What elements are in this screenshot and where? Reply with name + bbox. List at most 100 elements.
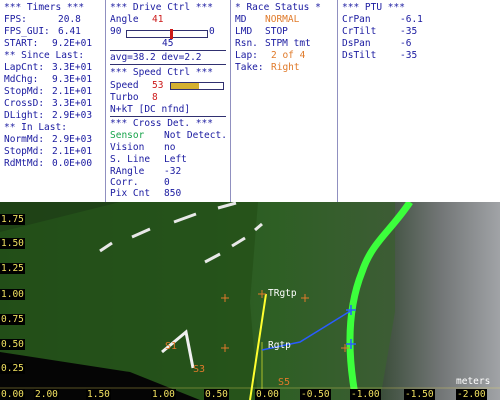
x-tick-label: 2.00 (34, 389, 59, 400)
crtilt-value: -35 (400, 26, 418, 37)
turbo-value: 8 (152, 92, 158, 103)
angle-slider-min: 90 (110, 26, 122, 37)
crpan-value: -6.1 (400, 14, 423, 25)
race-status-header: * Race Status * (235, 2, 321, 13)
y-tick-label: 1.00 (0, 289, 25, 300)
divider-line (110, 64, 226, 65)
crtilt-label: CrTilt (342, 26, 377, 37)
marker-s3: S3 (193, 364, 206, 375)
dspan-value: -6 (400, 38, 412, 49)
drive-panel: *** Drive Ctrl *** Angle 41 90 0 45 avg=38… (106, 0, 229, 202)
fps-label: FPS: (4, 14, 27, 25)
angle-slider-max: 0 (209, 26, 215, 37)
ptu-panel: *** PTU *** CrPan -6.1 CrTilt -35 DsPan -6 … (338, 0, 458, 202)
y-tick-label: 0.00 (0, 389, 25, 400)
md-value: NORMAL (265, 14, 300, 25)
speed-ctrl-header: *** Speed Ctrl *** (110, 67, 213, 78)
y-tick-label: 0.75 (0, 314, 25, 325)
dlight-label: DLight: (4, 110, 45, 121)
vision-value: no (164, 142, 176, 153)
angle-label: Angle (110, 14, 139, 25)
mdchg-label: MdChg: (4, 74, 39, 85)
sline-label: S. Line (110, 154, 151, 165)
target-label-mid: Rgtp (268, 340, 291, 351)
stopmd-value: 2.1E+01 (52, 86, 93, 97)
speed-label: Speed (110, 80, 139, 91)
since-last-header: ** Since Last: (4, 50, 85, 61)
sline-value: Left (164, 154, 187, 165)
dlight-value: 2.9E+03 (52, 110, 93, 121)
marker-s5: S5 (278, 377, 291, 388)
rdmtmd-label: RdMtMd: (4, 158, 45, 169)
camera-view-canvas (0, 202, 500, 400)
reason-value: STPM tmt (265, 38, 311, 49)
in-last-header: ** In Last: (4, 122, 67, 133)
target-label-top: TRgtp (268, 288, 297, 299)
race-status-panel: * Race Status * MD NORMAL LMD STOP Rsn. STP… (231, 0, 336, 202)
start-value: 9.2E+01 (52, 38, 93, 49)
lapcnt-label: LapCnt: (4, 62, 45, 73)
timers-header: *** Timers *** (4, 2, 85, 13)
crpan-label: CrPan (342, 14, 371, 25)
camera-view[interactable]: 1.75 1.50 1.25 1.00 0.75 0.50 0.25 0.00 … (0, 202, 500, 400)
lmd-value: STOP (265, 26, 288, 37)
lap-label: Lap: (235, 50, 258, 61)
x-tick-label: -2.00 (456, 389, 487, 400)
y-tick-label: 1.25 (0, 263, 25, 274)
divider-line (110, 50, 226, 51)
x-tick-label: 0.50 (204, 389, 229, 400)
x-tick-label: -0.50 (300, 389, 331, 400)
mdchg-value: 9.3E+01 (52, 74, 93, 85)
marker-s1: S1 (165, 341, 178, 352)
speed-bar-fill (171, 83, 199, 89)
divider-line (110, 116, 226, 117)
sensor-value: Not Detect. (164, 130, 227, 141)
take-label: Take: (235, 62, 264, 73)
fps-gui-value: 6.41 (58, 26, 81, 37)
lap-value: 2 of 4 (271, 50, 306, 61)
y-tick-label: 0.50 (0, 339, 25, 350)
off-track-area (380, 202, 500, 400)
vision-label: Vision (110, 142, 145, 153)
normmd-value: 2.9E+03 (52, 134, 93, 145)
speed-bar (170, 82, 224, 90)
y-tick-label: 1.75 (0, 214, 25, 225)
pixcnt-value: 850 (164, 188, 182, 199)
y-tick-label: 1.50 (0, 238, 25, 249)
angle-value: 41 (152, 14, 164, 25)
stopmd-in-label: StopMd: (4, 146, 45, 157)
crossd-label: CrossD: (4, 98, 45, 109)
sensor-label: Sensor (110, 130, 145, 141)
y-tick-label: 0.25 (0, 363, 25, 374)
ptu-header: *** PTU *** (342, 2, 405, 13)
units-label: meters (456, 376, 491, 387)
speed-value: 53 (152, 80, 164, 91)
angle-slider[interactable] (126, 29, 208, 39)
x-tick-label: -1.50 (404, 389, 435, 400)
start-label: START: (4, 38, 39, 49)
reason-label: Rsn. (235, 38, 258, 49)
x-tick-label: 1.50 (86, 389, 111, 400)
fps-value: 20.8 (58, 14, 81, 25)
dspan-label: DsPan (342, 38, 371, 49)
stopmd-in-value: 2.1E+01 (52, 146, 93, 157)
lapcnt-value: 3.3E+01 (52, 62, 93, 73)
stopmd-label: StopMd: (4, 86, 45, 97)
normmd-label: NormMd: (4, 134, 45, 145)
fps-gui-label: FPS_GUI: (4, 26, 50, 37)
rdmtmd-value: 0.0E+00 (52, 158, 93, 169)
cross-det-header: *** Cross Det. *** (110, 118, 213, 129)
timers-panel: *** Timers *** FPS: 20.8 FPS_GUI: 6.41 STA… (0, 0, 104, 202)
angle-slider-center: 45 (162, 38, 174, 49)
x-tick-label: 0.00 (255, 389, 280, 400)
dstilt-value: -35 (400, 50, 418, 61)
take-value: Right (271, 62, 300, 73)
dstilt-label: DsTilt (342, 50, 377, 61)
turbo-label: Turbo (110, 92, 139, 103)
crossd-value: 3.3E+01 (52, 98, 93, 109)
angle-stats: avg=38.2 dev=2.2 (110, 52, 202, 63)
x-tick-label: -1.00 (350, 389, 381, 400)
x-tick-label: 1.00 (151, 389, 176, 400)
drive-ctrl-header: *** Drive Ctrl *** (110, 2, 213, 13)
pixcnt-label: Pix Cnt (110, 188, 151, 199)
